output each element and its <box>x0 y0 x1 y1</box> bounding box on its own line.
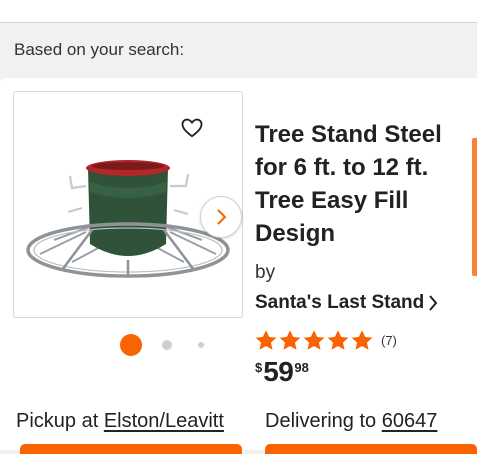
product-image-frame[interactable] <box>13 91 243 318</box>
image-next-button[interactable] <box>200 196 242 238</box>
rating[interactable]: (7) <box>255 330 397 351</box>
carousel-dots <box>118 334 210 356</box>
price: $ 59 98 <box>255 356 309 388</box>
brand-name: Santa's Last Stand <box>255 292 425 313</box>
star-filled-icon <box>351 330 373 350</box>
pickup-label: Pickup at <box>16 410 99 432</box>
carousel-dot[interactable] <box>198 342 204 348</box>
star-filled-icon <box>327 330 349 350</box>
price-dollars: 59 <box>263 356 294 387</box>
favorite-button[interactable] <box>180 116 204 140</box>
pickup-info: Pickup at Elston/Leavitt <box>16 410 224 433</box>
pickup-button[interactable] <box>20 444 242 454</box>
chevron-right-icon <box>217 209 227 225</box>
carousel-dot-active[interactable] <box>120 334 142 356</box>
top-bar <box>0 0 477 23</box>
product-title[interactable]: Tree Stand Steel for 6 ft. to 12 ft. Tre… <box>255 118 475 250</box>
delivery-label: Delivering to <box>265 410 377 432</box>
price-cents: 98 <box>294 360 309 375</box>
section-heading: Based on your search: <box>14 40 185 59</box>
chevron-right-icon <box>429 295 438 311</box>
star-filled-icon <box>279 330 301 350</box>
star-filled-icon <box>303 330 325 350</box>
price-currency: $ <box>255 360 263 375</box>
delivery-button[interactable] <box>265 444 477 454</box>
rating-count: (7) <box>381 333 397 348</box>
carousel-dot[interactable] <box>162 340 172 350</box>
delivery-zip-link[interactable]: 60647 <box>382 410 438 432</box>
next-card-edge[interactable] <box>472 138 477 276</box>
star-rating <box>255 330 375 351</box>
brand-link[interactable]: Santa's Last Stand <box>255 292 438 314</box>
delivery-info: Delivering to 60647 <box>265 410 437 433</box>
star-filled-icon <box>255 330 277 350</box>
pickup-store-link[interactable]: Elston/Leavitt <box>104 410 224 432</box>
heart-outline-icon <box>181 118 203 138</box>
by-label: by <box>255 262 276 283</box>
